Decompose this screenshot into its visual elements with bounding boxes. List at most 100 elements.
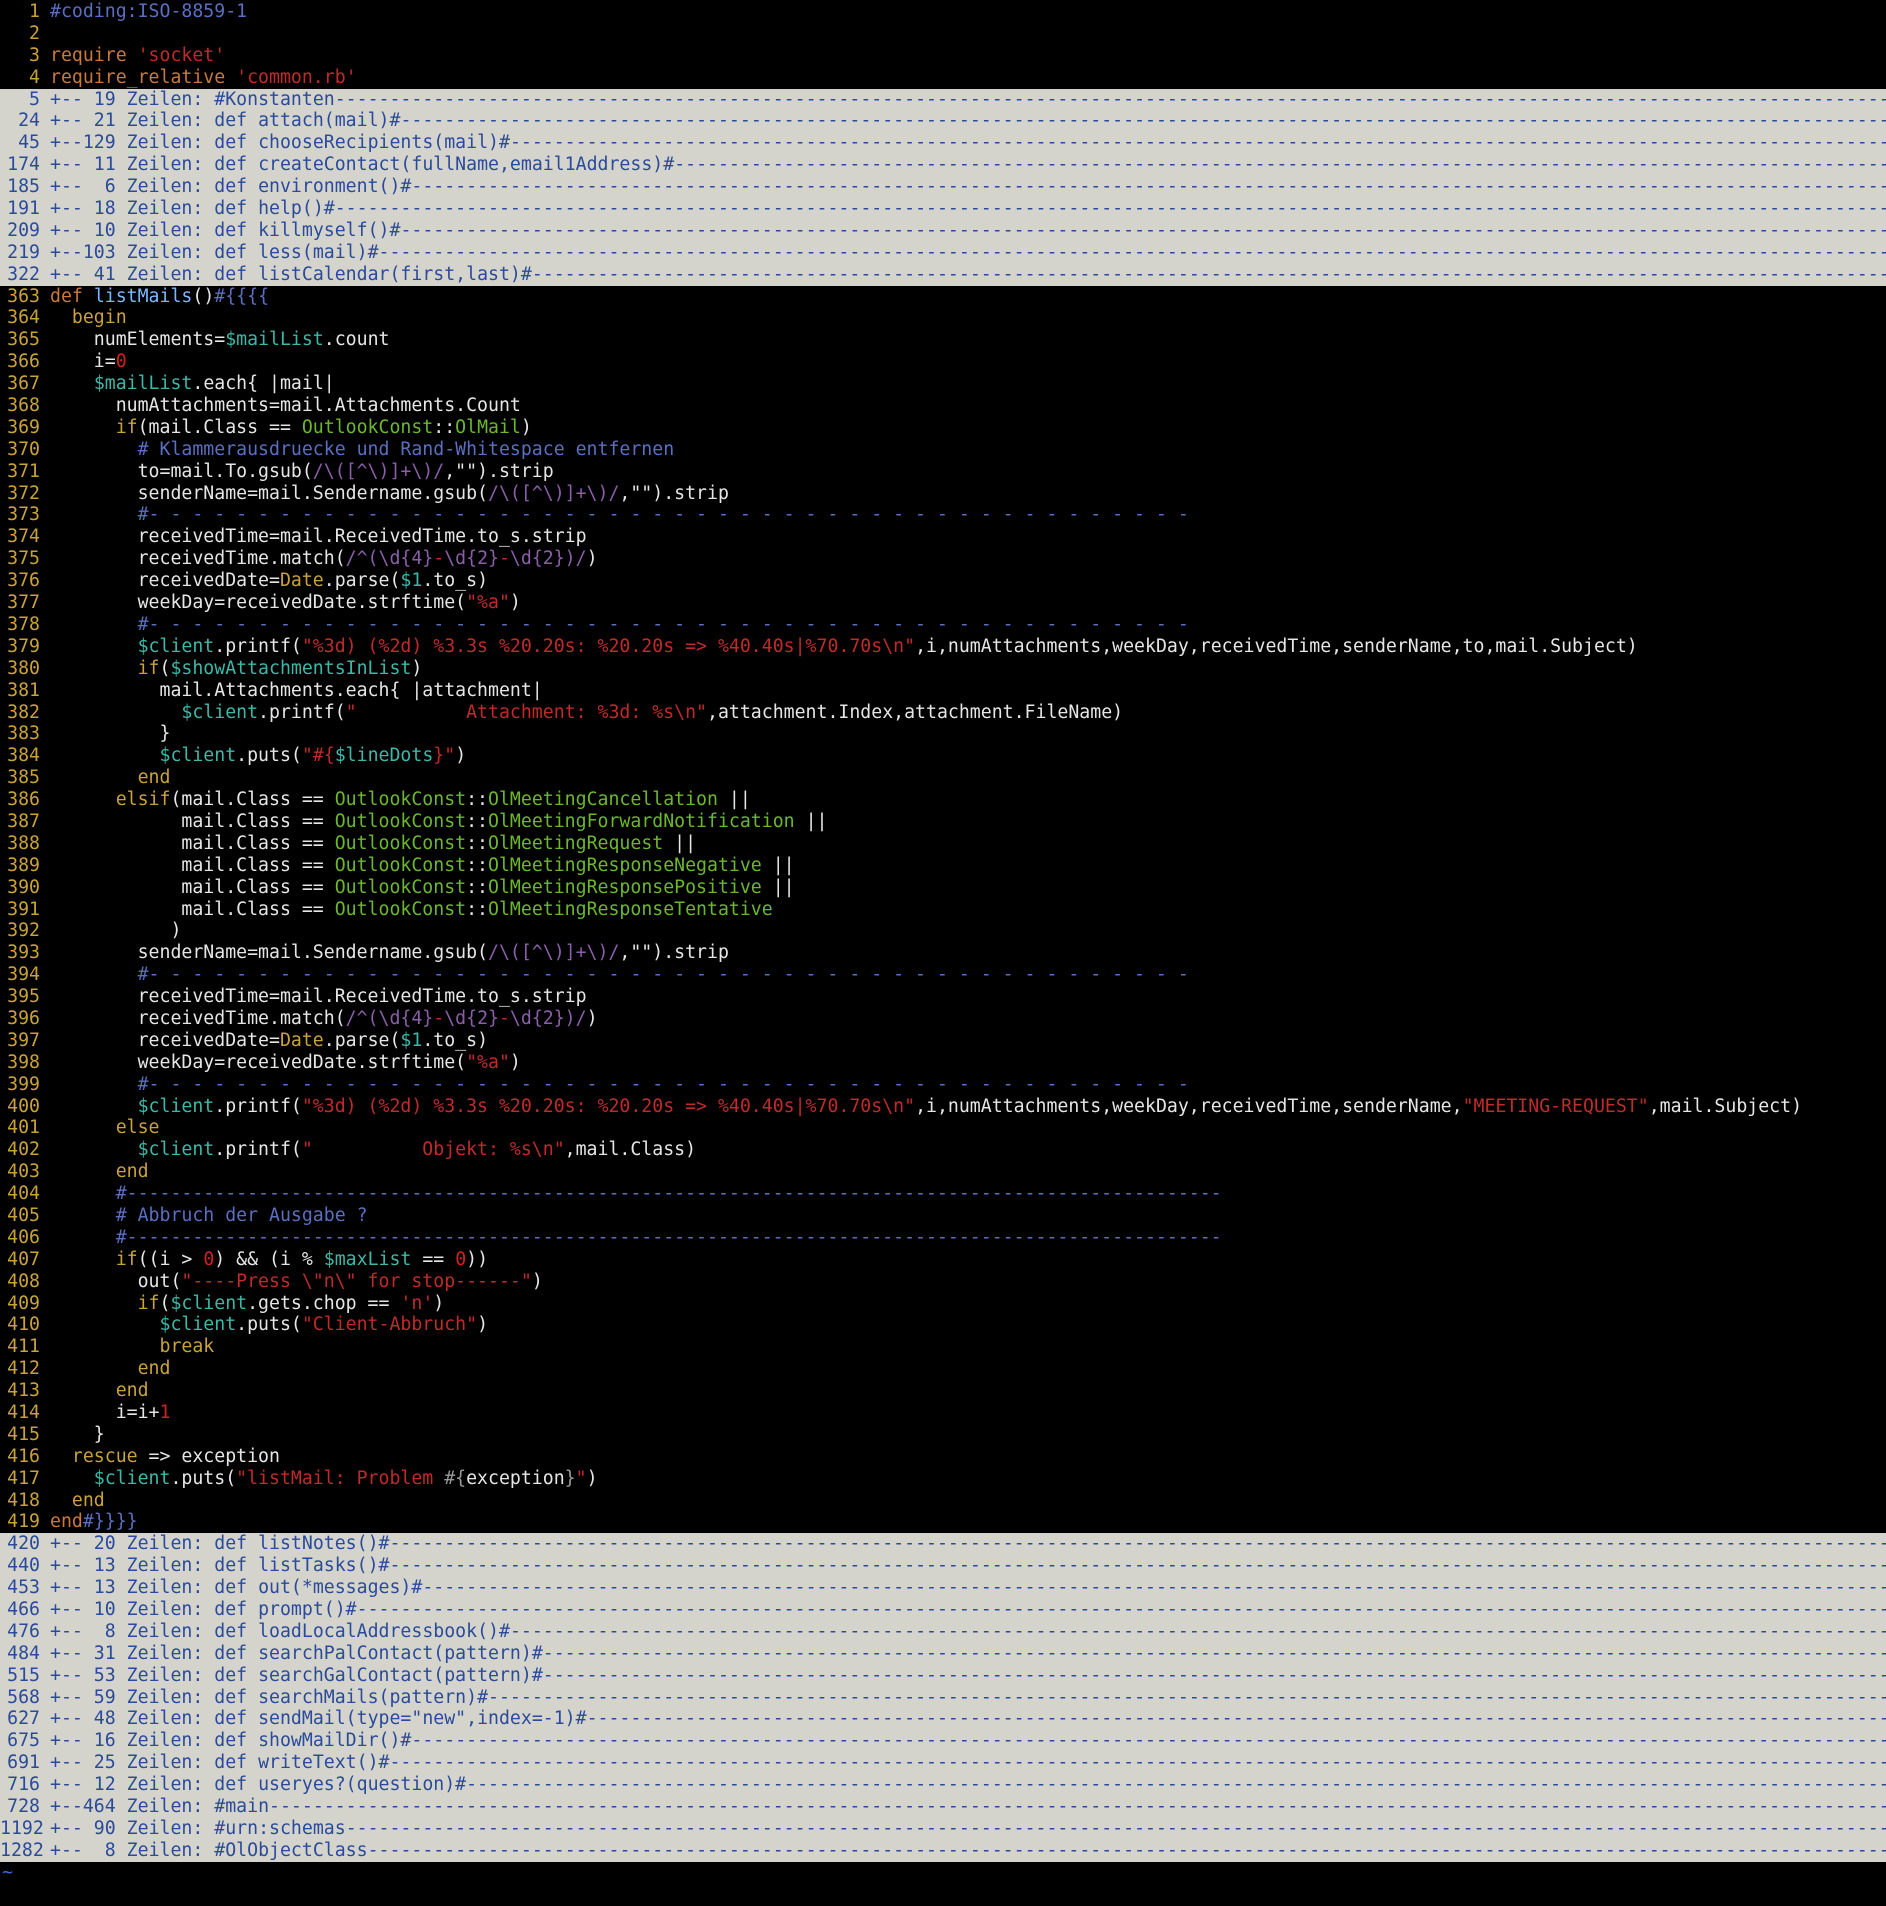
fold-line[interactable]: 440 +-- 13 Zeilen: def listTasks()#------… [0, 1555, 1886, 1578]
line-number: 391 [7, 898, 40, 920]
code-line[interactable]: 371 to=mail.To.gsub(/\([^\)]+\)/,"").str… [0, 461, 1886, 483]
code-line[interactable]: 363 def listMails()#{{{{ [0, 286, 1886, 308]
code-line[interactable]: 401 else [0, 1117, 1886, 1139]
code-line[interactable]: 364 begin [0, 307, 1886, 329]
code-line[interactable]: 390 mail.Class == OutlookConst::OlMeetin… [0, 877, 1886, 899]
code-token: 0 [203, 1248, 215, 1270]
fold-line[interactable]: 1192 +-- 90 Zeilen: #urn:schemas---------… [0, 1817, 1886, 1840]
code-line[interactable]: 402 $client.printf(" Objekt: %s\n",mail.… [0, 1139, 1886, 1161]
fold-line[interactable]: 691 +-- 25 Zeilen: def writeText()#------… [0, 1752, 1886, 1775]
code-line[interactable]: 392 ) [0, 920, 1886, 942]
code-line[interactable]: 411 break [0, 1336, 1886, 1358]
fold-line[interactable]: 466 +-- 10 Zeilen: def prompt()#---------… [0, 1599, 1886, 1621]
code-line[interactable]: 366 i=0 [0, 351, 1886, 373]
code-line[interactable]: 404 #-----------------------------------… [0, 1183, 1886, 1205]
line-number: 412 [7, 1358, 40, 1380]
fold-marker: +-- [50, 1774, 83, 1796]
fold-line[interactable]: 568 +-- 59 Zeilen: def searchMails(patter… [0, 1686, 1886, 1709]
code-line[interactable]: 365 numElements=$mailList.count [0, 329, 1886, 351]
code-line[interactable]: 381 mail.Attachments.each{ |attachment| [0, 680, 1886, 702]
code-line[interactable]: 409 if($client.gets.chop == 'n') [0, 1293, 1886, 1315]
fold-line[interactable]: 5 +-- 19 Zeilen: #Konstanten-------------… [0, 88, 1886, 111]
fold-line[interactable]: 1282 +-- 8 Zeilen: #OlObjectClass--------… [0, 1839, 1886, 1862]
code-line[interactable]: 2 [0, 23, 1886, 45]
code-line[interactable]: 4 require_relative 'common.rb' [0, 67, 1886, 89]
code-line[interactable]: 419 end#}}}} [0, 1511, 1886, 1533]
fold-line[interactable]: 716 +-- 12 Zeilen: def useryes?(question)… [0, 1774, 1886, 1797]
code-line[interactable]: 393 senderName=mail.Sendername.gsub(/\([… [0, 942, 1886, 964]
fold-line[interactable]: 420 +-- 20 Zeilen: def listNotes()#------… [0, 1533, 1886, 1556]
code-line[interactable]: 397 receivedDate=Date.parse($1.to_s) [0, 1030, 1886, 1052]
fold-line[interactable]: 209 +-- 10 Zeilen: def killmyself()#-----… [0, 219, 1886, 242]
code-line[interactable]: 417 $client.puts("listMail: Problem #{ex… [0, 1468, 1886, 1490]
code-line[interactable]: 418 end [0, 1490, 1886, 1512]
code-line[interactable]: 398 weekDay=receivedDate.strftime("%a") [0, 1052, 1886, 1074]
fold-line[interactable]: 174 +-- 11 Zeilen: def createContact(full… [0, 154, 1886, 177]
code-line[interactable]: 416 rescue => exception [0, 1446, 1886, 1468]
fold-marker: +-- [50, 132, 83, 154]
code-line[interactable]: 385 end [0, 767, 1886, 789]
code-line[interactable]: 378 #- - - - - - - - - - - - - - - - - -… [0, 614, 1886, 636]
code-line[interactable]: 412 end [0, 1358, 1886, 1380]
code-line[interactable]: 387 mail.Class == OutlookConst::OlMeetin… [0, 811, 1886, 833]
fold-line[interactable]: 219 +--103 Zeilen: def less(mail)#-------… [0, 241, 1886, 264]
code-token: (mail.Class == [170, 789, 335, 811]
code-line[interactable]: 414 i=i+1 [0, 1402, 1886, 1424]
fold-line[interactable]: 191 +-- 18 Zeilen: def help()#-----------… [0, 198, 1886, 220]
code-line[interactable]: 377 weekDay=receivedDate.strftime("%a") [0, 592, 1886, 614]
code-token: .printf( [258, 701, 346, 723]
code-line[interactable]: 368 numAttachments=mail.Attachments.Coun… [0, 395, 1886, 417]
fold-line[interactable]: 476 +-- 8 Zeilen: def loadLocalAddressboo… [0, 1620, 1886, 1643]
code-line[interactable]: 367 $mailList.each{ |mail| [0, 373, 1886, 395]
line-number: 380 [7, 657, 40, 679]
code-line[interactable]: 400 $client.printf("%3d) (%2d) %3.3s %20… [0, 1096, 1886, 1118]
code-line[interactable]: 383 } [0, 723, 1886, 745]
fold-line[interactable]: 453 +-- 13 Zeilen: def out(*messages)#---… [0, 1577, 1886, 1600]
code-line[interactable]: 1 #coding:ISO-8859-1 [0, 1, 1886, 23]
fold-line[interactable]: 675 +-- 16 Zeilen: def showMailDir()#----… [0, 1730, 1886, 1753]
code-line[interactable]: 415 } [0, 1424, 1886, 1446]
code-line[interactable]: 372 senderName=mail.Sendername.gsub(/\([… [0, 483, 1886, 505]
code-line[interactable]: 375 receivedTime.match(/^(\d{4}-\d{2}-\d… [0, 548, 1886, 570]
line-number: 417 [7, 1467, 40, 1489]
vim-editor[interactable]: 1 #coding:ISO-8859-1 2 3 require 'socket' 4 re… [0, 1, 1886, 1906]
code-line[interactable]: 407 if((i > 0) && (i % $maxList == 0)) [0, 1249, 1886, 1271]
code-line[interactable]: 399 #- - - - - - - - - - - - - - - - - -… [0, 1074, 1886, 1096]
code-line[interactable]: 379 $client.printf("%3d) (%2d) %3.3s %20… [0, 636, 1886, 658]
code-line[interactable]: 386 elsif(mail.Class == OutlookConst::Ol… [0, 789, 1886, 811]
code-line[interactable]: 391 mail.Class == OutlookConst::OlMeetin… [0, 899, 1886, 921]
fold-line[interactable]: 24 +-- 21 Zeilen: def attach(mail)#------… [0, 110, 1886, 133]
fold-line[interactable]: 728 +--464 Zeilen: #main-----------------… [0, 1796, 1886, 1818]
code-line[interactable]: 403 end [0, 1161, 1886, 1183]
fold-line[interactable]: 322 +-- 41 Zeilen: def listCalendar(first… [0, 263, 1886, 286]
code-line[interactable]: 369 if(mail.Class == OutlookConst::OlMai… [0, 417, 1886, 439]
fold-line[interactable]: 627 +-- 48 Zeilen: def sendMail(type="new… [0, 1708, 1886, 1731]
code-line[interactable]: 382 $client.printf(" Attachment: %3d: %s… [0, 702, 1886, 724]
code-line[interactable]: 3 require 'socket' [0, 45, 1886, 67]
code-line[interactable]: 373 #- - - - - - - - - - - - - - - - - -… [0, 504, 1886, 526]
code-token: \d{2})/ [509, 548, 587, 570]
code-line[interactable]: 370 # Klammerausdruecke und Rand-Whitesp… [0, 439, 1886, 461]
fold-label: Zeilen: [115, 1839, 215, 1861]
code-line[interactable]: 374 receivedTime=mail.ReceivedTime.to_s.… [0, 526, 1886, 548]
code-line[interactable]: 410 $client.puts("Client-Abbruch") [0, 1314, 1886, 1336]
code-line[interactable]: 405 # Abbruch der Ausgabe ? [0, 1205, 1886, 1227]
line-number: 369 [7, 416, 40, 438]
fold-line[interactable]: 45 +--129 Zeilen: def chooseRecipients(ma… [0, 132, 1886, 155]
code-line[interactable]: 376 receivedDate=Date.parse($1.to_s) [0, 570, 1886, 592]
code-line[interactable]: 380 if($showAttachmentsInList) [0, 658, 1886, 680]
code-line[interactable]: 408 out("----Press \"n\" for stop------"… [0, 1271, 1886, 1293]
code-token: mail.Class == [50, 832, 335, 854]
code-line[interactable]: 384 $client.puts("#{$lineDots}") [0, 745, 1886, 767]
code-line[interactable]: 406 #-----------------------------------… [0, 1227, 1886, 1249]
code-line[interactable]: 395 receivedTime=mail.ReceivedTime.to_s.… [0, 986, 1886, 1008]
code-line[interactable]: 413 end [0, 1380, 1886, 1402]
code-line[interactable]: 389 mail.Class == OutlookConst::OlMeetin… [0, 855, 1886, 877]
code-line[interactable]: 388 mail.Class == OutlookConst::OlMeetin… [0, 833, 1886, 855]
code-line[interactable]: 396 receivedTime.match(/^(\d{4}-\d{2}-\d… [0, 1008, 1886, 1030]
code-line[interactable]: 394 #- - - - - - - - - - - - - - - - - -… [0, 964, 1886, 986]
fold-line[interactable]: 484 +-- 31 Zeilen: def searchPalContact(p… [0, 1642, 1886, 1665]
fold-line[interactable]: 185 +-- 6 Zeilen: def environment()#-----… [0, 176, 1886, 199]
fold-text: def searchGalContact(pattern)# [214, 1664, 543, 1686]
fold-line[interactable]: 515 +-- 53 Zeilen: def searchGalContact(p… [0, 1664, 1886, 1687]
